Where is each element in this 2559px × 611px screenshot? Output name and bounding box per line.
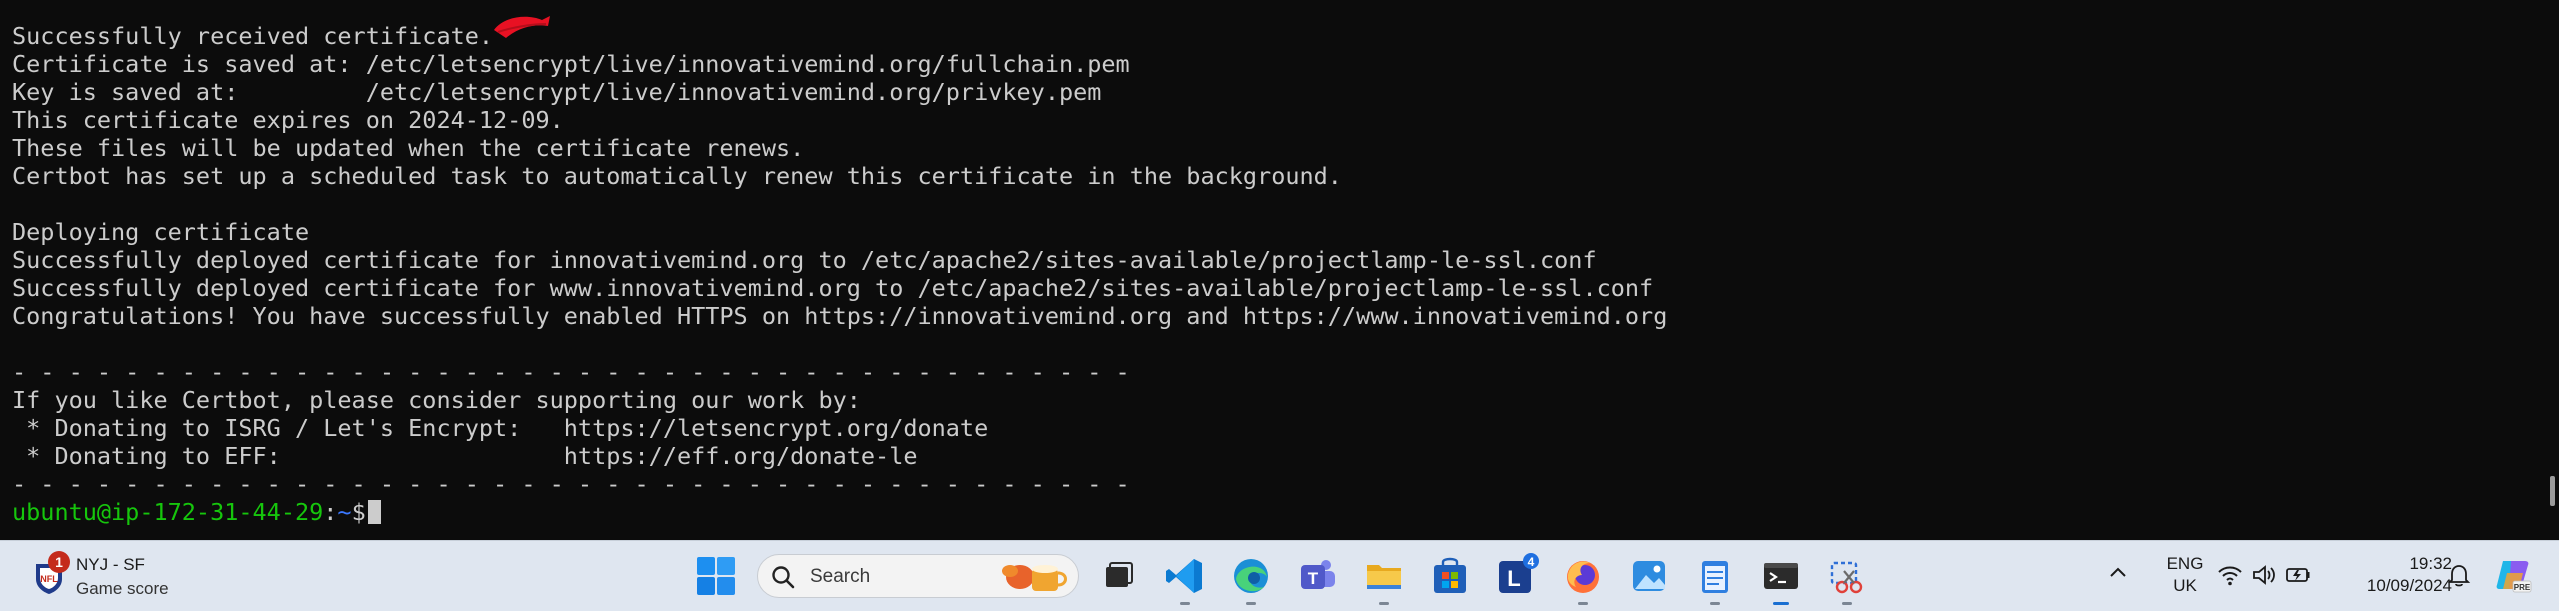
terminal-line: Successfully received certificate. bbox=[12, 22, 494, 50]
vscode-button[interactable] bbox=[1162, 553, 1208, 605]
teams-button[interactable]: T bbox=[1295, 553, 1341, 599]
taskbar: NFL 1 NYJ - SF Game score Search T L 4 E… bbox=[0, 540, 2559, 611]
windows-start-icon[interactable] bbox=[693, 553, 739, 599]
clock-date: 10/09/2024 bbox=[2366, 576, 2452, 595]
sports-widget[interactable]: NFL 1 NYJ - SF Game score bbox=[26, 547, 206, 605]
terminal-line: - - - - - - - - - - - - - - - - - - - - … bbox=[12, 358, 1130, 386]
terminal-scrollbar-thumb[interactable] bbox=[2550, 476, 2555, 506]
snipping-tool-button[interactable] bbox=[1824, 553, 1870, 605]
terminal-window[interactable]: Successfully received certificate. Certif… bbox=[0, 0, 2559, 540]
terminal-line: * Donating to ISRG / Let's Encrypt: http… bbox=[12, 414, 989, 442]
app-badge: 4 bbox=[1528, 555, 1535, 569]
task-view-button[interactable] bbox=[1095, 553, 1141, 599]
taskbar-search[interactable]: Search bbox=[757, 554, 1079, 598]
terminal-line: Congratulations! You have successfully e… bbox=[12, 302, 1668, 330]
vscode-icon bbox=[1166, 559, 1202, 593]
widget-title: NYJ - SF bbox=[76, 555, 145, 574]
svg-text:T: T bbox=[1308, 569, 1319, 588]
edge-icon bbox=[1234, 559, 1268, 593]
snipping-tool-icon bbox=[1830, 561, 1863, 594]
teams-icon: T bbox=[1301, 560, 1335, 589]
terminal-line: These files will be updated when the cer… bbox=[12, 134, 805, 162]
edge-button[interactable] bbox=[1228, 553, 1274, 605]
prompt-path: ~ bbox=[337, 498, 352, 526]
wifi-icon[interactable] bbox=[2216, 561, 2244, 589]
firefox-button[interactable] bbox=[1560, 553, 1606, 605]
volume-icon[interactable] bbox=[2250, 561, 2278, 589]
notification-bell-icon[interactable] bbox=[2445, 561, 2473, 589]
system-clock[interactable]: 19:32 10/09/2024 bbox=[2336, 553, 2452, 597]
svg-text:PRE: PRE bbox=[2514, 583, 2531, 592]
terminal-icon bbox=[1764, 563, 1798, 589]
prompt-user-host: ubuntu@ip-172-31-44-29 bbox=[12, 498, 324, 526]
text-cursor bbox=[367, 500, 381, 524]
terminal-line: * Donating to EFF: https://eff.org/donat… bbox=[12, 442, 918, 470]
clock-time: 19:32 bbox=[2409, 554, 2452, 573]
running-indicator bbox=[1842, 602, 1852, 605]
terminal-output: Successfully received certificate. Certif… bbox=[12, 22, 2519, 526]
notepad-button[interactable] bbox=[1692, 553, 1738, 605]
search-highlight-tea-icon bbox=[1002, 565, 1067, 591]
running-indicator bbox=[1379, 602, 1389, 605]
task-view-icon bbox=[1106, 562, 1133, 587]
prompt-symbol: $ bbox=[351, 498, 366, 526]
photos-icon bbox=[1633, 561, 1665, 591]
running-indicator bbox=[1180, 602, 1190, 605]
microsoft-store-icon bbox=[1434, 557, 1466, 593]
microsoft-store-button[interactable] bbox=[1427, 553, 1473, 599]
red-arrow-annotation-icon bbox=[494, 16, 550, 38]
terminal-line: Successfully deployed certificate for in… bbox=[12, 246, 1597, 274]
language-code: ENG bbox=[2166, 554, 2204, 573]
terminal-line: Certbot has set up a scheduled task to a… bbox=[12, 162, 1342, 190]
widget-subtitle: Game score bbox=[76, 579, 169, 598]
terminal-line: - - - - - - - - - - - - - - - - - - - - … bbox=[12, 470, 1130, 498]
terminal-button[interactable] bbox=[1758, 553, 1804, 605]
running-indicator bbox=[1578, 602, 1588, 605]
prompt-separator: : bbox=[323, 498, 338, 526]
firefox-icon bbox=[1567, 561, 1599, 593]
search-icon bbox=[772, 566, 795, 589]
search-placeholder: Search bbox=[810, 566, 871, 587]
running-indicator bbox=[1710, 602, 1720, 605]
l-app-button[interactable]: L 4 bbox=[1494, 553, 1540, 599]
copilot-icon[interactable]: PRE bbox=[2493, 555, 2533, 595]
svg-text:L: L bbox=[1507, 566, 1520, 591]
file-explorer-icon bbox=[1367, 565, 1401, 589]
chevron-up-icon[interactable] bbox=[2108, 563, 2128, 583]
notification-badge: 1 bbox=[48, 551, 70, 573]
active-indicator bbox=[1773, 602, 1789, 605]
notepad-icon bbox=[1702, 561, 1728, 593]
photos-button[interactable] bbox=[1626, 553, 1672, 599]
language-region: UK bbox=[2173, 576, 2197, 595]
terminal-line: This certificate expires on 2024-12-09. bbox=[12, 106, 564, 134]
svg-text:NFL: NFL bbox=[40, 574, 58, 584]
file-explorer-button[interactable] bbox=[1361, 553, 1407, 605]
terminal-prompt[interactable]: ubuntu@ip-172-31-44-29:~$ bbox=[12, 498, 2519, 526]
terminal-line: Successfully deployed certificate for ww… bbox=[12, 274, 1654, 302]
running-indicator bbox=[1246, 602, 1256, 605]
battery-charging-icon[interactable] bbox=[2284, 561, 2312, 589]
l-app-icon: L 4 bbox=[1499, 553, 1539, 593]
terminal-line: Key is saved at: /etc/letsencrypt/live/i… bbox=[12, 78, 1102, 106]
terminal-line: Certificate is saved at: /etc/letsencryp… bbox=[12, 50, 1130, 78]
terminal-line: If you like Certbot, please consider sup… bbox=[12, 386, 861, 414]
language-indicator[interactable]: ENG UK bbox=[2158, 553, 2212, 597]
terminal-line: Deploying certificate bbox=[12, 218, 310, 246]
